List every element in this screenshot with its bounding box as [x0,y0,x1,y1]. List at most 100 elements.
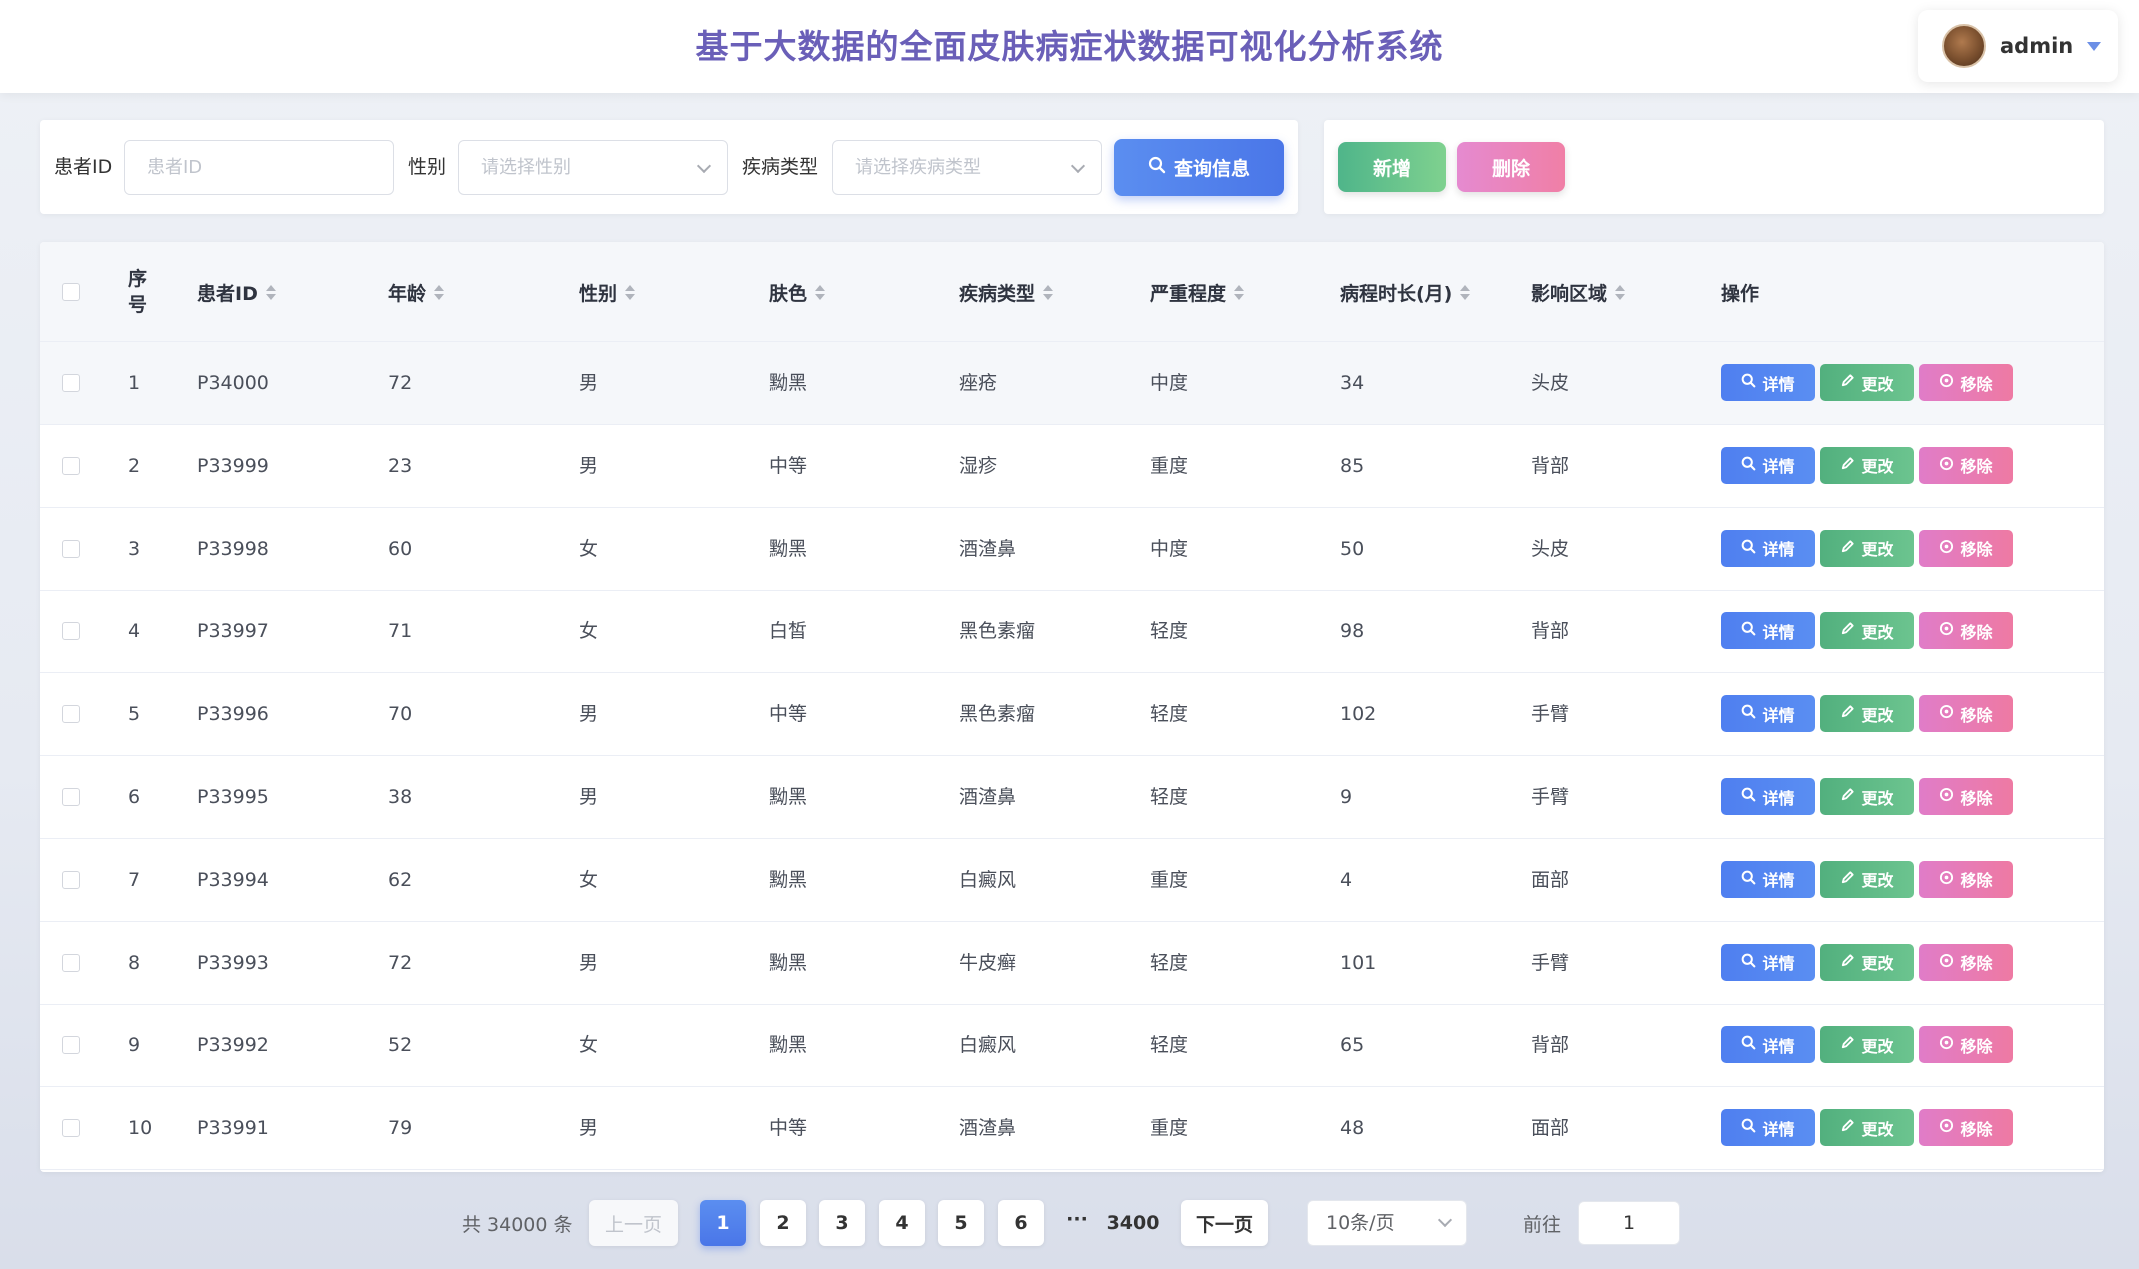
query-button[interactable]: 查询信息 [1114,139,1284,196]
remove-circle-icon [1939,539,1954,558]
cell-disease-type: 黑色素瘤 [959,703,1036,726]
sort-icon[interactable] [1460,284,1471,300]
row-checkbox[interactable] [62,539,80,558]
cell-skin-color: 白皙 [769,620,808,643]
column-header-gender[interactable]: 性别 [579,242,636,342]
remove-button[interactable]: 移除 [1919,695,2013,733]
detail-button-label: 详情 [1762,705,1795,725]
detail-button[interactable]: 详情 [1721,612,1815,650]
gender-select[interactable]: 请选择性别 [458,140,728,195]
caret-down-icon[interactable] [2087,41,2102,51]
select-all-checkbox[interactable] [62,283,80,301]
detail-button[interactable]: 详情 [1721,860,1815,898]
avatar[interactable] [1942,24,1986,68]
edit-button[interactable]: 更改 [1820,612,1914,650]
cell-seq: 3 [128,537,141,560]
row-checkbox[interactable] [62,456,80,475]
edit-button[interactable]: 更改 [1820,364,1914,401]
remove-button[interactable]: 移除 [1919,529,2013,567]
detail-button[interactable]: 详情 [1721,446,1815,484]
page-button-3[interactable]: 3 [819,1200,865,1246]
edit-button[interactable]: 更改 [1820,1109,1914,1147]
remove-button[interactable]: 移除 [1919,364,2013,401]
edit-button[interactable]: 更改 [1820,529,1914,567]
goto-page-input[interactable] [1578,1201,1680,1245]
row-checkbox[interactable] [62,870,80,889]
column-header-duration[interactable]: 病程时长(月) [1340,242,1471,342]
row-checkbox[interactable] [62,622,80,641]
row-checkbox[interactable] [62,1036,80,1055]
page-button-6[interactable]: 6 [998,1200,1044,1246]
edit-button[interactable]: 更改 [1820,860,1914,898]
row-checkbox[interactable] [62,705,80,724]
remove-button[interactable]: 移除 [1919,446,2013,484]
row-checkbox[interactable] [62,953,80,972]
page-size-select[interactable]: 10条/页 [1307,1200,1467,1246]
user-name[interactable]: admin [2000,34,2073,58]
detail-button[interactable]: 详情 [1721,695,1815,733]
detail-button[interactable]: 详情 [1721,529,1815,567]
column-header-severity[interactable]: 严重程度 [1150,242,1245,342]
column-header-disease-type[interactable]: 疾病类型 [959,242,1054,342]
sort-icon[interactable] [815,284,826,300]
row-checkbox[interactable] [62,1119,80,1138]
patient-id-input[interactable] [124,140,394,195]
sort-icon[interactable] [1043,284,1054,300]
pencil-icon [1840,1035,1855,1054]
page-button-2[interactable]: 2 [760,1200,806,1246]
edit-button[interactable]: 更改 [1820,1026,1914,1064]
edit-button-label: 更改 [1861,705,1894,725]
column-header-age[interactable]: 年龄 [388,242,445,342]
edit-button[interactable]: 更改 [1820,446,1914,484]
edit-button-label: 更改 [1861,1036,1894,1056]
add-button[interactable]: 新增 [1338,142,1446,192]
page-button-1[interactable]: 1 [700,1200,746,1246]
prev-page-button[interactable]: 上一页 [589,1200,678,1246]
row-checkbox[interactable] [62,788,80,806]
detail-button[interactable]: 详情 [1721,778,1815,815]
remove-button[interactable]: 移除 [1919,1109,2013,1147]
disease-type-select[interactable]: 请选择疾病类型 [832,140,1102,195]
pagination-ellipsis[interactable]: ··· [1057,1196,1097,1242]
cell-disease-type: 白癜风 [959,1034,1017,1057]
cell-patient-id: P33991 [197,1117,269,1140]
remove-button-label: 移除 [1960,954,1993,974]
next-page-button[interactable]: 下一页 [1181,1200,1268,1246]
remove-button[interactable]: 移除 [1919,778,2013,815]
cell-age: 72 [388,372,413,394]
detail-button[interactable]: 详情 [1721,943,1815,981]
column-header-patient-id[interactable]: 患者ID [197,242,276,342]
cell-gender: 男 [579,1117,599,1140]
remove-button[interactable]: 移除 [1919,943,2013,981]
remove-button[interactable]: 移除 [1919,860,2013,898]
row-checkbox[interactable] [62,374,80,392]
sort-icon[interactable] [625,284,636,300]
edit-button-label: 更改 [1861,871,1894,891]
detail-button[interactable]: 详情 [1721,1026,1815,1064]
sort-icon[interactable] [434,284,445,300]
sort-icon[interactable] [1615,284,1626,300]
detail-button-label: 详情 [1762,954,1795,974]
page-button-last[interactable]: 3400 [1107,1200,1160,1246]
edit-button[interactable]: 更改 [1820,695,1914,733]
detail-button[interactable]: 详情 [1721,1109,1815,1147]
edit-button[interactable]: 更改 [1820,943,1914,981]
delete-button[interactable]: 删除 [1457,142,1565,192]
column-header-skin-color[interactable]: 肤色 [769,242,826,342]
cell-seq: 7 [128,868,141,891]
remove-button[interactable]: 移除 [1919,1026,2013,1064]
cell-duration: 98 [1340,620,1365,643]
user-menu[interactable]: admin [1918,10,2118,82]
cell-seq: 5 [128,703,141,726]
detail-button[interactable]: 详情 [1721,364,1815,401]
column-header-affected-area[interactable]: 影响区域 [1531,242,1626,342]
edit-button[interactable]: 更改 [1820,778,1914,815]
page-button-4[interactable]: 4 [879,1200,925,1246]
page-button-5[interactable]: 5 [938,1200,984,1246]
sort-icon[interactable] [265,284,276,300]
cell-severity: 重度 [1150,1117,1189,1140]
remove-button[interactable]: 移除 [1919,612,2013,650]
cell-skin-color: 黝黑 [769,951,808,974]
table-row: 9 P33992 52 女 黝黑 白癜风 轻度 65 背部 详情 更改 移除 [40,1004,2104,1088]
sort-icon[interactable] [1234,284,1245,300]
